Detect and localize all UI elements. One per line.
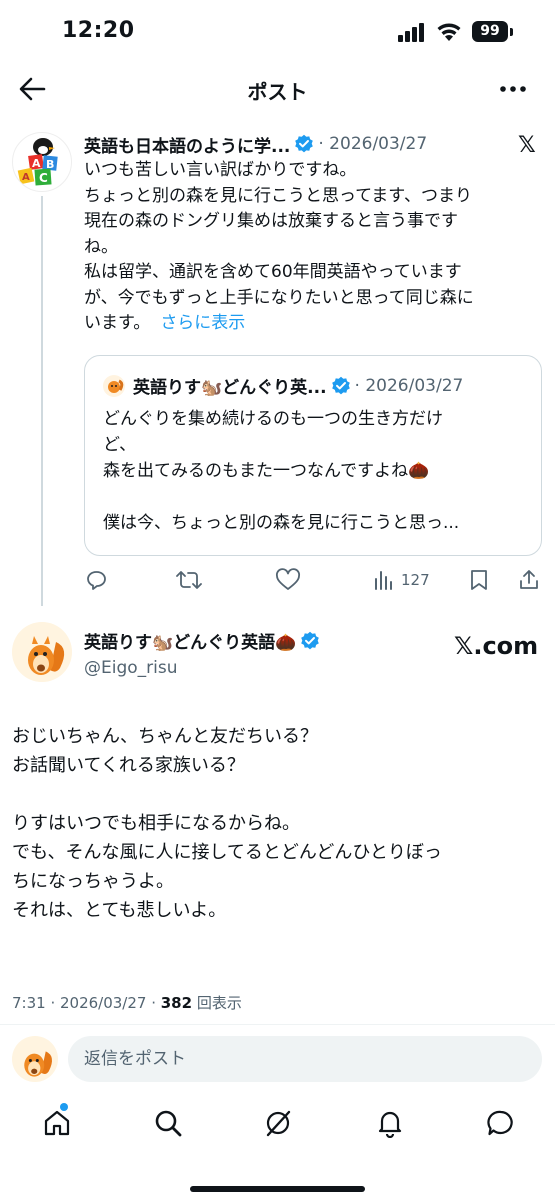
main-post-views-count: 382 bbox=[160, 994, 193, 1012]
search-icon[interactable] bbox=[153, 1108, 183, 1138]
quoted-post-line: 僕は今、ちょっと別の森を見に行こうと思っ... bbox=[103, 513, 460, 533]
main-post-line: おじいちゃん、ちゃんと友だちいる？ bbox=[12, 726, 318, 747]
views-count: 127 bbox=[401, 571, 430, 589]
like-button[interactable] bbox=[275, 566, 301, 594]
svg-text:B: B bbox=[46, 158, 54, 171]
parent-post-header: 英語も日本語のように学... · 2026/03/27 bbox=[84, 132, 427, 157]
wifi-icon bbox=[437, 23, 461, 41]
parent-author-avatar[interactable]: A B C A bbox=[12, 132, 72, 192]
reply-button[interactable] bbox=[84, 566, 108, 594]
home-indicator bbox=[190, 1186, 365, 1192]
share-icon bbox=[520, 570, 538, 589]
parent-post-line: が、今でもずっと上手になりたいと思って同じ森に bbox=[84, 287, 474, 308]
parent-post-line: いつも苦しい言い訳ばかりですね。 bbox=[84, 160, 357, 180]
reply-input[interactable]: 返信をポスト bbox=[68, 1036, 542, 1082]
parent-post-date[interactable]: · 2026/03/27 bbox=[318, 134, 427, 154]
grok-icon[interactable] bbox=[263, 1108, 293, 1138]
main-post-views-label: 回表示 bbox=[192, 994, 242, 1012]
repost-icon bbox=[176, 571, 202, 589]
main-author-avatar[interactable] bbox=[12, 622, 72, 682]
parent-post-line: 私は留学、通訳を含めて60年間英語やっています bbox=[84, 262, 462, 282]
more-options-icon[interactable] bbox=[498, 76, 528, 102]
svg-text:A: A bbox=[32, 157, 41, 170]
main-post-line: お話聞いてくれる家族いる？ bbox=[12, 755, 245, 776]
quoted-post-line: 森を出てみるのもまた一つなんですよね🌰 bbox=[103, 461, 430, 481]
show-more-link[interactable]: さらに表示 bbox=[160, 313, 245, 333]
main-post-line bbox=[12, 780, 542, 809]
x-com-watermark: 𝕏.com bbox=[454, 632, 539, 660]
views-button[interactable]: 127 bbox=[373, 566, 430, 594]
squirrel-english-logo-icon bbox=[12, 622, 72, 682]
home-notification-dot bbox=[60, 1103, 68, 1111]
svg-text:C: C bbox=[39, 171, 48, 185]
parent-post-line: ね。 bbox=[84, 236, 118, 257]
share-button[interactable] bbox=[517, 566, 541, 594]
heart-icon bbox=[276, 568, 300, 590]
views-chart-icon bbox=[375, 571, 392, 590]
reply-icon bbox=[87, 571, 106, 590]
nav-header: ポスト bbox=[0, 62, 555, 116]
parent-post-line: ちょっと別の森を見に行こうと思ってます、つまり bbox=[84, 185, 472, 206]
x-logo-icon: 𝕏 bbox=[518, 133, 536, 158]
divider bbox=[0, 1024, 555, 1025]
squirrel-english-logo-icon bbox=[12, 1036, 58, 1082]
quoted-author-name: 英語りす🐿️どんぐり英... bbox=[133, 378, 327, 398]
quoted-post-line: ど、 bbox=[103, 435, 137, 455]
battery-tip bbox=[510, 28, 513, 36]
main-author-handle[interactable]: @Eigo_risu bbox=[84, 658, 178, 678]
quoted-post-card[interactable]: 英語りす🐿️どんぐり英... · 2026/03/27 どんぐりを集め続けるのも… bbox=[84, 355, 542, 556]
verified-badge-icon bbox=[301, 631, 320, 649]
parent-post-line: 現在の森のドングリ集めは放棄すると言う事です bbox=[84, 211, 458, 231]
status-bar: 12:20 99 bbox=[0, 0, 555, 62]
quoted-post-date: · 2026/03/27 bbox=[354, 375, 464, 396]
quoted-post-line bbox=[103, 484, 523, 510]
main-post-line: りすはいつでも相手になるからね。 bbox=[12, 813, 300, 834]
squirrel-avatar-icon bbox=[103, 374, 125, 397]
page-title: ポスト bbox=[247, 80, 308, 104]
quoted-post-header: 英語りす🐿️どんぐり英... · 2026/03/27 bbox=[103, 373, 463, 398]
quoted-post-line: どんぐりを集め続けるのも一つの生き方だけ bbox=[103, 409, 443, 429]
main-post-line: ちになっちゃうよ。 bbox=[12, 871, 174, 892]
main-author-name[interactable]: 英語りす🐿️どんぐり英語🌰 bbox=[84, 628, 296, 653]
main-post-text: おじいちゃん、ちゃんと友だちいる？ お話聞いてくれる家族いる？ りすはいつでも相… bbox=[12, 722, 542, 925]
parent-post-line: います。 bbox=[84, 313, 151, 333]
parent-post-text: いつも苦しい言い訳ばかりですね。 ちょっと別の森を見に行こうと思ってます、つまり… bbox=[84, 158, 534, 337]
cellular-signal-icon bbox=[398, 22, 428, 42]
bookmark-button[interactable] bbox=[468, 566, 490, 594]
verified-badge-icon bbox=[295, 134, 314, 153]
thread-connector-line bbox=[41, 196, 43, 606]
parent-author-name[interactable]: 英語も日本語のように学... bbox=[84, 132, 290, 157]
home-icon[interactable] bbox=[42, 1108, 72, 1138]
status-time: 12:20 bbox=[62, 18, 135, 43]
main-post-line: でも、そんな風に人に接してるとどんどんひとりぼっ bbox=[12, 842, 442, 863]
abc-blocks-penguin-icon: A B C A bbox=[17, 138, 58, 186]
main-author-name-row: 英語りす🐿️どんぐり英語🌰 bbox=[84, 628, 320, 653]
parent-post-line-last: います。 さらに表示 bbox=[84, 311, 534, 337]
messages-icon[interactable] bbox=[486, 1108, 516, 1138]
main-post-timestamp[interactable]: 7:31 · 2026/03/27 · bbox=[12, 994, 161, 1012]
parent-post-actions: 127 bbox=[84, 566, 544, 594]
quoted-post-text: どんぐりを集め続けるのも一つの生き方だけ ど、 森を出てみるのもまた一つなんです… bbox=[103, 406, 523, 536]
battery-indicator: 99 bbox=[472, 21, 508, 42]
current-user-avatar bbox=[12, 1036, 58, 1082]
bookmark-icon bbox=[471, 570, 487, 590]
notifications-icon[interactable] bbox=[375, 1108, 405, 1138]
main-post-line: それは、とても悲しいよ。 bbox=[12, 900, 227, 921]
main-post-meta: 7:31 · 2026/03/27 · 382 回表示 bbox=[12, 992, 242, 1013]
svg-text:A: A bbox=[22, 172, 30, 183]
repost-button[interactable] bbox=[176, 566, 202, 594]
verified-badge-icon bbox=[331, 376, 350, 394]
